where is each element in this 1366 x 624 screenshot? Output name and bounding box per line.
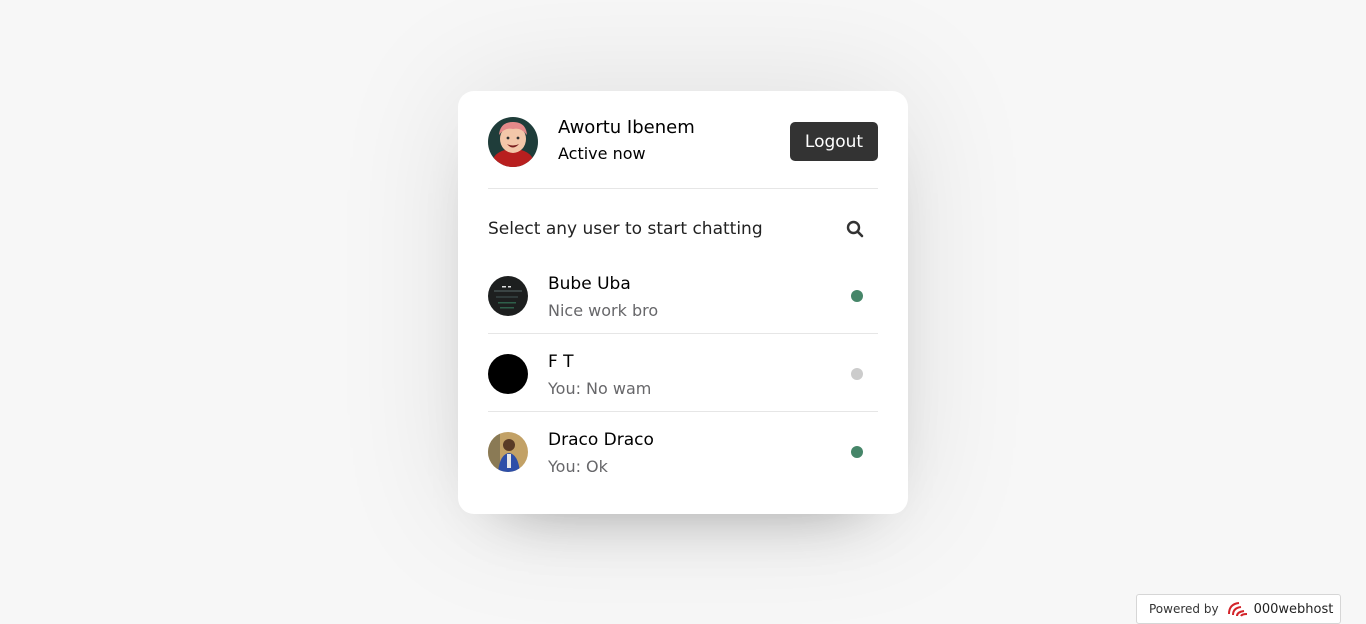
current-user-avatar [488, 117, 538, 167]
search-icon [846, 220, 864, 242]
user-last-message: You: No wam [548, 379, 652, 398]
search-bar: Select any user to start chatting [488, 209, 878, 253]
user-item-f-t[interactable]: F T You: No wam [488, 334, 878, 412]
brand-name: 000webhost [1253, 601, 1334, 617]
webhost-logo-icon [1226, 600, 1250, 618]
search-button[interactable] [832, 211, 878, 251]
online-status-dot [851, 290, 863, 302]
online-status-dot [851, 446, 863, 458]
current-user-name: Awortu Ibenem [558, 117, 695, 138]
panel-header: Awortu Ibenem Active now Logout [488, 117, 878, 189]
powered-by-text: Powered by [1149, 602, 1219, 616]
powered-by-badge[interactable]: Powered by 000webhost [1136, 594, 1341, 624]
chat-users-panel: Awortu Ibenem Active now Logout Select a… [458, 91, 908, 514]
user-item-draco-draco[interactable]: Draco Draco You: Ok [488, 412, 878, 490]
search-prompt: Select any user to start chatting [488, 219, 763, 239]
users-list: Bube Uba Nice work bro F T You: No wam D… [488, 256, 878, 490]
user-last-message: You: Ok [548, 457, 608, 476]
user-name: Draco Draco [548, 430, 654, 450]
user-item-bube-uba[interactable]: Bube Uba Nice work bro [488, 256, 878, 334]
logout-button[interactable]: Logout [790, 122, 878, 161]
offline-status-dot [851, 368, 863, 380]
user-name: F T [548, 352, 574, 372]
user-last-message: Nice work bro [548, 301, 659, 320]
user-name: Bube Uba [548, 274, 631, 294]
current-user-status: Active now [558, 144, 646, 163]
user-avatar [488, 432, 528, 472]
user-avatar [488, 276, 528, 316]
user-avatar [488, 354, 528, 394]
